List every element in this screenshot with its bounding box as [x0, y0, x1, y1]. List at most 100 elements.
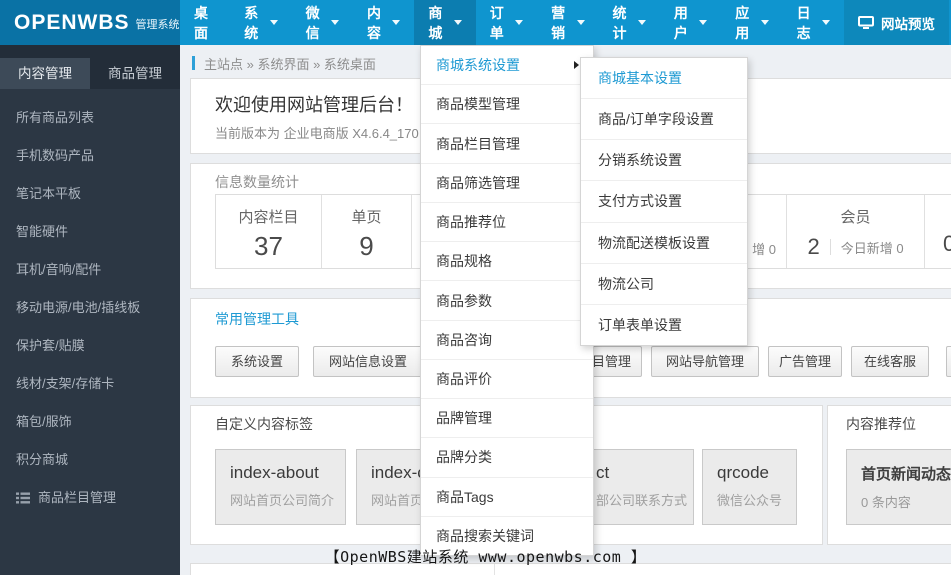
chevron-down-icon	[392, 20, 401, 25]
sidebar-item-points-mall[interactable]: 积分商城	[0, 441, 180, 479]
menu-item-product-params[interactable]: 商品参数	[421, 281, 593, 321]
menu-item-brand-category[interactable]: 品牌分类	[421, 438, 593, 478]
tag-card-qrcode[interactable]: qrcode 微信公众号	[702, 449, 797, 525]
sidebar-item-smart-hardware[interactable]: 智能硬件	[0, 213, 180, 251]
partial-button[interactable]	[946, 346, 951, 377]
tag-sub: 网站首页公司简介	[230, 493, 335, 508]
submenu-item-mall-basic-settings[interactable]: 商城基本设置	[581, 58, 747, 100]
submenu-item-payment-settings[interactable]: 支付方式设置	[581, 181, 747, 223]
submenu-item-distribution-settings[interactable]: 分销系统设置	[581, 140, 747, 182]
menu-item-mall-system-settings[interactable]: 商城系统设置	[421, 46, 593, 86]
custom-tags-heading: 自定义内容标签	[215, 416, 313, 432]
nav-label: 微信	[305, 4, 320, 41]
tag-title: index-about	[230, 463, 319, 482]
mall-settings-submenu: 商城基本设置 商品/订单字段设置 分销系统设置 支付方式设置 物流配送模板设置 …	[580, 57, 748, 346]
online-service-button[interactable]: 在线客服	[851, 346, 929, 377]
nav-label: 系统	[244, 4, 259, 41]
nav-item-apps[interactable]: 应用	[721, 0, 782, 45]
recommend-card-home-news[interactable]: 首页新闻动态 0 条内容	[846, 449, 951, 525]
logo[interactable]: OPENWBS 管理系统	[0, 0, 180, 45]
tab-content-manage[interactable]: 内容管理	[0, 58, 90, 89]
sidebar-list: 所有商品列表 手机数码产品 笔记本平板 智能硬件 耳机/音响/配件 移动电源/电…	[0, 89, 180, 517]
stat-cell-content-category: 内容栏目 37	[216, 195, 322, 268]
submenu-item-product-order-fields[interactable]: 商品/订单字段设置	[581, 99, 747, 141]
nav-item-mall[interactable]: 商城	[414, 0, 476, 45]
sidebar-tabs: 内容管理 商品管理	[0, 45, 180, 89]
recommend-heading: 内容推荐位	[846, 416, 916, 432]
menu-item-product-review[interactable]: 商品评价	[421, 360, 593, 400]
recommend-title: 首页新闻动态	[861, 466, 951, 483]
chevron-down-icon	[760, 20, 769, 25]
nav-item-marketing[interactable]: 营销	[537, 0, 598, 45]
admin-page: OPENWBS 管理系统 桌面 系统 微信 内容 商城 订单 营销 统计 用户 …	[0, 0, 951, 575]
menu-item-brand-manage[interactable]: 品牌管理	[421, 399, 593, 439]
nav-label: 内容	[367, 4, 381, 41]
stat-label: 内容栏目	[238, 209, 299, 226]
ad-manage-button[interactable]: 广告管理	[768, 346, 842, 377]
chevron-down-icon	[453, 20, 462, 25]
tag-sub: 微信公众号	[717, 493, 783, 508]
tag-card-index-about[interactable]: index-about 网站首页公司简介	[215, 449, 346, 525]
logo-text: OPENWBS	[14, 10, 130, 34]
breadcrumb[interactable]: 主站点 » 系统界面 » 系统桌面	[192, 54, 376, 72]
nav-item-wechat[interactable]: 微信	[292, 0, 353, 45]
nav-label: 营销	[551, 4, 566, 41]
submenu-item-order-form-settings[interactable]: 订单表单设置	[581, 305, 747, 345]
nav-item-logs[interactable]: 日志	[783, 0, 844, 45]
site-preview-button[interactable]: 网站预览	[844, 0, 949, 45]
site-nav-manage-button[interactable]: 网站导航管理	[651, 346, 759, 377]
sidebar-item-case-film[interactable]: 保护套/贴膜	[0, 327, 180, 365]
stat-row: 2 今日新增 0	[787, 234, 924, 260]
stat-cell-member: 会员 2 今日新增 0	[787, 195, 925, 268]
tab-product-manage[interactable]: 商品管理	[90, 58, 180, 89]
sidebar-item-headphone-audio[interactable]: 耳机/音响/配件	[0, 251, 180, 289]
stat-value: 37	[254, 231, 283, 261]
list-icon	[16, 492, 30, 504]
stat-value: 9	[359, 231, 374, 261]
nav-label: 桌面	[194, 4, 208, 41]
nav-label: 订单	[489, 4, 504, 41]
menu-label: 商城系统设置	[436, 57, 520, 74]
logo-suffix: 管理系统	[135, 18, 180, 31]
sidebar-item-product-category-manage[interactable]: 商品栏目管理	[0, 479, 180, 517]
sidebar-item-bags-apparel[interactable]: 箱包/服饰	[0, 403, 180, 441]
version-text: 当前版本为 企业电商版 X4.6.4_170	[215, 126, 419, 141]
menu-item-product-filter[interactable]: 商品筛选管理	[421, 164, 593, 203]
nav-label: 统计	[612, 4, 627, 41]
chevron-down-icon	[515, 20, 524, 25]
submenu-item-shipping-template[interactable]: 物流配送模板设置	[581, 223, 747, 264]
chevron-down-icon	[269, 20, 278, 25]
recommend-panel: 内容推荐位 首页新闻动态 0 条内容	[827, 405, 951, 545]
nav-label: 应用	[735, 4, 750, 41]
chevron-right-icon	[574, 61, 579, 70]
stat-cell-partial: 0	[925, 195, 951, 268]
system-settings-button[interactable]: 系统设置	[215, 346, 299, 377]
stat-fragment: 增 0	[752, 242, 776, 257]
nav-item-users[interactable]: 用户	[660, 0, 721, 45]
menu-item-product-model[interactable]: 商品模型管理	[421, 85, 593, 125]
nav-item-desktop[interactable]: 桌面	[180, 0, 230, 45]
nav-item-system[interactable]: 系统	[230, 0, 291, 45]
site-info-settings-button[interactable]: 网站信息设置	[313, 346, 423, 377]
sidebar-item-all-products[interactable]: 所有商品列表	[0, 99, 180, 137]
stat-cell-single-page: 单页 9	[322, 195, 412, 268]
menu-item-product-recommend[interactable]: 商品推荐位	[421, 203, 593, 243]
sidebar-item-cable-stand-storage[interactable]: 线材/支架/存储卡	[0, 365, 180, 403]
menu-item-product-spec[interactable]: 商品规格	[421, 242, 593, 282]
nav-item-order[interactable]: 订单	[476, 0, 537, 45]
menu-item-product-category[interactable]: 商品栏目管理	[421, 124, 593, 164]
menu-item-product-tags[interactable]: 商品Tags	[421, 478, 593, 517]
site-preview-label: 网站预览	[881, 16, 935, 32]
sidebar-item-laptop-tablet[interactable]: 笔记本平板	[0, 175, 180, 213]
nav-label: 商城	[428, 4, 443, 41]
submenu-item-logistics-company[interactable]: 物流公司	[581, 264, 747, 305]
mall-dropdown-menu: 商城系统设置 商品模型管理 商品栏目管理 商品筛选管理 商品推荐位 商品规格 商…	[420, 45, 594, 556]
menu-item-product-inquiry[interactable]: 商品咨询	[421, 321, 593, 360]
nav-item-statistics[interactable]: 统计	[599, 0, 660, 45]
nav-item-content[interactable]: 内容	[353, 0, 414, 45]
page-title: 欢迎使用网站管理后台！	[215, 95, 413, 115]
sidebar: 内容管理 商品管理 所有商品列表 手机数码产品 笔记本平板 智能硬件 耳机/音响…	[0, 45, 180, 575]
sidebar-item-power-battery[interactable]: 移动电源/电池/插线板	[0, 289, 180, 327]
top-navbar: OPENWBS 管理系统 桌面 系统 微信 内容 商城 订单 营销 统计 用户 …	[0, 0, 951, 45]
sidebar-item-phone-digital[interactable]: 手机数码产品	[0, 137, 180, 175]
